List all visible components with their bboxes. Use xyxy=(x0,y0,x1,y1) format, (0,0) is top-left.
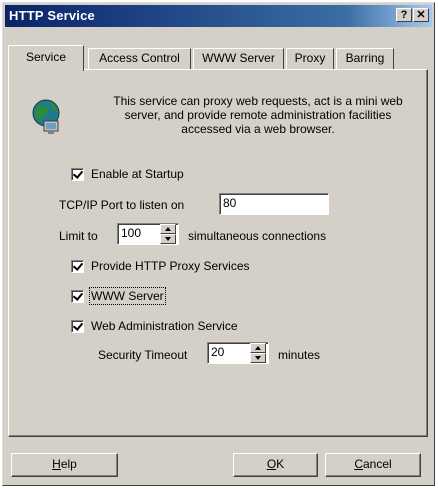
window-title: HTTP Service xyxy=(9,8,95,23)
tab-label: Barring xyxy=(345,51,385,65)
spin-up-icon[interactable] xyxy=(160,224,176,234)
enable-at-startup-label: Enable at Startup xyxy=(91,167,184,181)
ok-button[interactable]: OK xyxy=(233,453,318,477)
web-admin-checkbox[interactable] xyxy=(71,320,84,333)
tab-www-server[interactable]: WWW Server xyxy=(193,48,284,69)
http-proxy-checkbox[interactable] xyxy=(71,260,84,273)
tab-label: Access Control xyxy=(99,51,180,65)
cancel-button-mnemonic: C xyxy=(354,457,363,471)
help-button[interactable]: Help xyxy=(11,453,118,477)
help-icon[interactable]: ? xyxy=(396,8,412,22)
close-icon[interactable]: ✕ xyxy=(413,8,429,22)
tab-access-control[interactable]: Access Control xyxy=(88,48,191,69)
port-label: TCP/IP Port to listen on xyxy=(59,198,185,212)
limit-label: Limit to xyxy=(59,229,98,243)
tab-proxy[interactable]: Proxy xyxy=(286,48,334,69)
web-admin-label: Web Administration Service xyxy=(91,319,238,333)
spin-down-icon[interactable] xyxy=(250,353,266,363)
minutes-label: minutes xyxy=(278,348,321,362)
ok-button-mnemonic: O xyxy=(266,457,277,471)
connection-limit-spinner[interactable] xyxy=(160,224,176,244)
tab-strip: Service Access Control WWW Server Proxy … xyxy=(8,45,428,71)
tab-label: Proxy xyxy=(294,51,326,65)
tab-barring[interactable]: Barring xyxy=(336,48,394,69)
www-server-label: WWW Server xyxy=(89,287,166,305)
enable-at-startup-checkbox[interactable] xyxy=(71,168,84,181)
cancel-button[interactable]: Cancel xyxy=(325,453,421,477)
port-input[interactable]: 80 xyxy=(219,193,329,215)
spin-up-icon[interactable] xyxy=(250,343,266,353)
http-proxy-label: Provide HTTP Proxy Services xyxy=(91,259,250,273)
spin-down-icon[interactable] xyxy=(160,234,176,244)
ok-button-label: K xyxy=(276,457,285,471)
limit-suffix-label: simultaneous connections xyxy=(188,229,327,243)
tab-label: Service xyxy=(25,50,66,64)
cancel-button-label: ancel xyxy=(362,457,392,471)
www-server-checkbox[interactable] xyxy=(71,290,84,303)
title-bar[interactable]: HTTP Service ? ✕ xyxy=(5,5,432,27)
security-timeout-label: Security Timeout xyxy=(98,348,188,362)
globe-network-icon xyxy=(32,99,60,134)
help-button-mnemonic: H xyxy=(52,457,61,471)
tab-label: WWW Server xyxy=(202,51,275,65)
help-button-label: elp xyxy=(60,457,77,471)
security-timeout-spinner[interactable] xyxy=(250,343,266,363)
tab-service[interactable]: Service xyxy=(8,45,84,71)
service-description: This service can proxy web requests, act… xyxy=(113,94,403,136)
